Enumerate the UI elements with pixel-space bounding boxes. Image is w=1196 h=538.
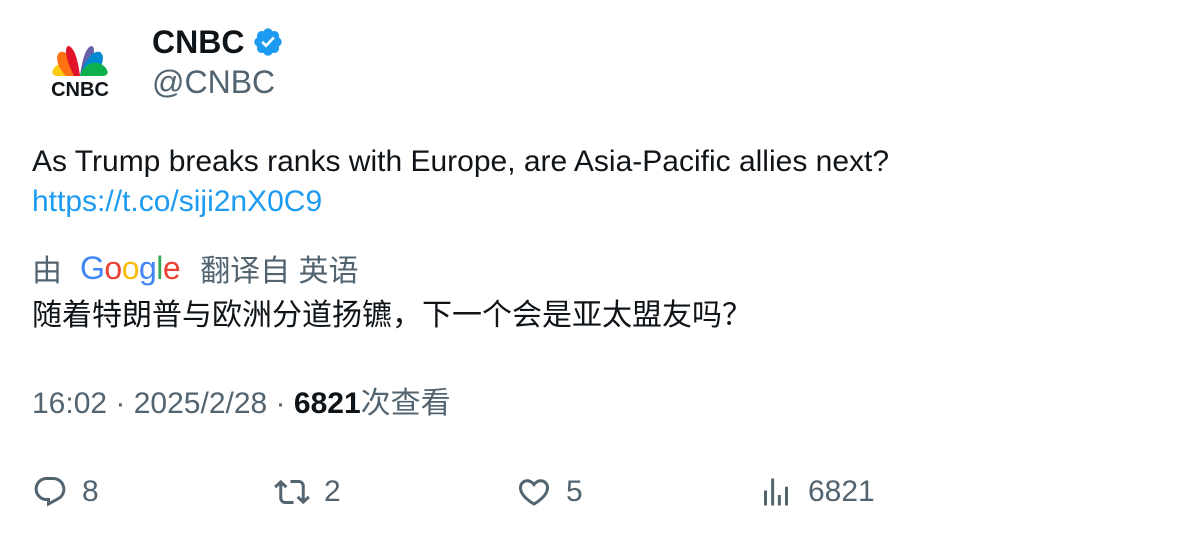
meta-separator: · bbox=[107, 387, 134, 420]
avatar[interactable]: CNBC bbox=[32, 24, 128, 120]
translated-text: 随着特朗普与欧洲分道扬镳，下一个会是亚太盟友吗？ bbox=[32, 299, 752, 332]
tweet-date[interactable]: 2025/2/28 bbox=[134, 384, 267, 424]
reply-count: 8 bbox=[82, 475, 99, 508]
analytics-icon bbox=[764, 478, 788, 506]
author-name-text: CNBC bbox=[152, 24, 245, 60]
tweet-body: As Trump breaks ranks with Europe, are A… bbox=[32, 145, 890, 178]
like-count: 5 bbox=[566, 475, 583, 508]
like-button[interactable]: 5 bbox=[516, 468, 583, 516]
translation-prefix: 由 bbox=[32, 255, 62, 288]
tweet-meta: 16:02 · 2025/2/28 · 6821 次查看 bbox=[32, 384, 451, 424]
reply-icon bbox=[34, 477, 66, 507]
translation-attribution: 由 Google 翻译自 英语 bbox=[32, 246, 359, 290]
tweet-link[interactable]: https://t.co/siji2nX0C9 bbox=[32, 182, 1152, 222]
views-button[interactable]: 6821 bbox=[758, 468, 875, 516]
cnbc-peacock-logo-icon: CNBC bbox=[51, 46, 109, 101]
author-name[interactable]: CNBC bbox=[152, 22, 284, 62]
tweet-text: As Trump breaks ranks with Europe, are A… bbox=[32, 142, 1152, 222]
google-logo-icon: Google bbox=[80, 249, 181, 286]
views-label: 次查看 bbox=[360, 387, 451, 420]
verified-badge-icon bbox=[254, 28, 283, 56]
tweet-time[interactable]: 16:02 bbox=[32, 384, 107, 424]
translation-suffix: 翻译自 英语 bbox=[200, 255, 359, 288]
retweet-icon bbox=[274, 479, 310, 505]
author-handle[interactable]: @CNBC bbox=[152, 62, 275, 102]
reply-button[interactable]: 8 bbox=[32, 468, 99, 516]
heart-icon bbox=[518, 479, 550, 506]
views-action-count: 6821 bbox=[808, 475, 875, 508]
meta-separator: · bbox=[267, 387, 294, 420]
views-count: 6821 bbox=[293, 387, 361, 420]
retweet-button[interactable]: 2 bbox=[274, 468, 341, 516]
svg-text:CNBC: CNBC bbox=[51, 79, 109, 101]
retweet-count: 2 bbox=[324, 475, 341, 508]
